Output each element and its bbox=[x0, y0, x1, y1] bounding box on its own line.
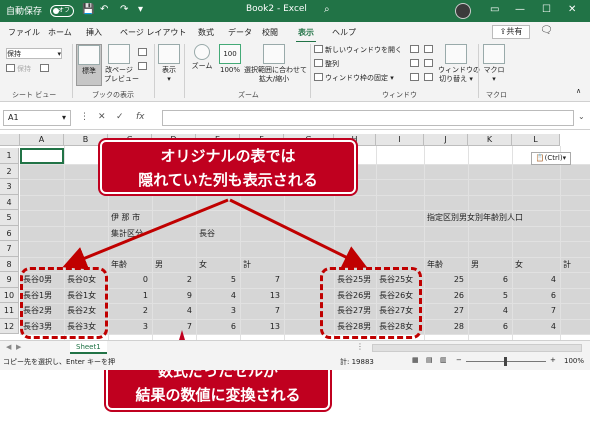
sheet-options-icon[interactable]: ⋮ bbox=[356, 342, 364, 351]
prev-sheet-icon[interactable]: ◀ bbox=[6, 343, 11, 351]
status-sum: 計: 19883 bbox=[340, 358, 374, 366]
normal-view-icon[interactable]: ▦ bbox=[412, 356, 419, 364]
zoom-level[interactable]: 100% bbox=[564, 357, 584, 365]
status-bar: コピー先を選択し、Enter キーを押 計: 19883 ▦ ▤ ▥ − + 1… bbox=[0, 354, 590, 370]
zoom-slider-thumb[interactable] bbox=[504, 357, 507, 366]
next-sheet-icon[interactable]: ▶ bbox=[16, 343, 21, 351]
sheet-tab[interactable]: Sheet1 bbox=[70, 341, 107, 354]
page-layout-view-icon[interactable]: ▤ bbox=[426, 356, 433, 364]
zoom-out-icon[interactable]: − bbox=[456, 356, 462, 364]
sheet-tab-bar: ◀ ▶ Sheet1 ⋮ bbox=[0, 340, 590, 354]
status-message: コピー先を選択し、Enter キーを押 bbox=[3, 358, 116, 366]
page-break-view-icon[interactable]: ▥ bbox=[440, 356, 447, 364]
zoom-in-icon[interactable]: + bbox=[550, 356, 556, 364]
horizontal-scrollbar[interactable] bbox=[372, 344, 582, 352]
